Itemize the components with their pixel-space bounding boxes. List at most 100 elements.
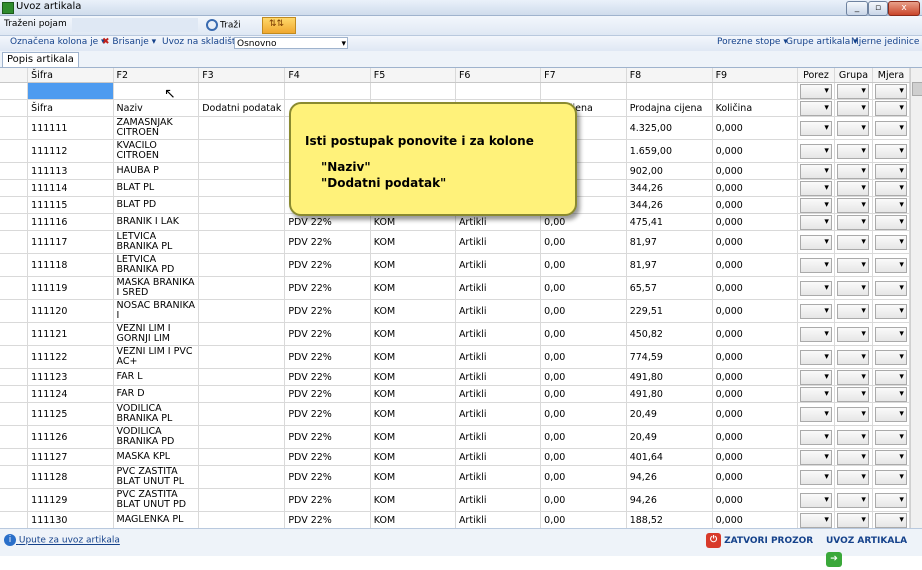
dropdown-cell[interactable] — [834, 511, 873, 528]
dropdown-cell[interactable] — [834, 82, 873, 100]
table-cell[interactable]: 111126 — [27, 425, 114, 449]
tab-item-list[interactable]: Popis artikala — [2, 52, 79, 67]
table-cell[interactable]: 0,000 — [712, 162, 798, 180]
table-cell[interactable]: 0,00 — [540, 368, 627, 386]
cell-dropdown[interactable] — [799, 349, 832, 365]
cell-dropdown[interactable] — [836, 143, 869, 159]
table-cell[interactable]: PDV 22% — [284, 488, 371, 512]
table-cell[interactable] — [198, 448, 286, 466]
dropdown-cell[interactable] — [834, 402, 873, 426]
table-cell[interactable] — [198, 299, 286, 323]
table-row[interactable]: 111126 VODILICA BRANIKA PD PDV 22% KOM Artik… — [0, 425, 910, 449]
cell-dropdown[interactable] — [836, 406, 869, 422]
cell-dropdown[interactable] — [799, 326, 832, 342]
cell-dropdown[interactable] — [799, 234, 832, 250]
column-header[interactable]: F6 — [455, 68, 542, 83]
table-cell[interactable]: PDV 22% — [284, 465, 371, 489]
table-cell[interactable]: MASKA KPL — [113, 448, 200, 466]
table-cell[interactable]: 0,00 — [540, 511, 627, 528]
units-menu[interactable]: Mjerne jedinice ▾ — [851, 37, 922, 47]
table-cell[interactable]: 0,00 — [540, 253, 627, 277]
dropdown-cell[interactable] — [797, 299, 835, 323]
dropdown-cell[interactable] — [834, 425, 873, 449]
cell-dropdown[interactable] — [874, 257, 907, 273]
table-cell[interactable]: PDV 22% — [284, 425, 371, 449]
cell-dropdown[interactable] — [799, 180, 832, 196]
table-cell[interactable] — [198, 402, 286, 426]
cell-dropdown[interactable] — [836, 386, 869, 402]
table-cell[interactable]: 0,00 — [540, 230, 627, 254]
cell-dropdown[interactable] — [874, 197, 907, 213]
dropdown-cell[interactable] — [797, 322, 835, 346]
cell-dropdown[interactable] — [799, 369, 832, 385]
cell-dropdown[interactable] — [874, 492, 907, 508]
table-cell[interactable]: 0,000 — [712, 425, 798, 449]
table-cell[interactable]: PDV 22% — [284, 230, 371, 254]
table-cell[interactable] — [198, 511, 286, 528]
dropdown-cell[interactable] — [797, 179, 835, 197]
cell-dropdown[interactable] — [874, 469, 907, 485]
close-button[interactable]: x — [888, 1, 920, 16]
table-cell[interactable]: 475,41 — [626, 213, 713, 231]
table-cell[interactable]: 94,26 — [626, 488, 713, 512]
table-cell[interactable]: 229,51 — [626, 299, 713, 323]
table-cell[interactable]: PVC ZAŠTITA BLAT UNUT PD — [113, 488, 200, 512]
table-cell[interactable]: 4.325,00 — [626, 116, 713, 140]
table-cell[interactable] — [198, 116, 286, 140]
cell-dropdown[interactable] — [799, 163, 832, 179]
table-cell[interactable]: KVAČILO CITROEN — [113, 139, 200, 163]
cell-dropdown[interactable] — [799, 214, 832, 230]
cell-dropdown[interactable] — [874, 120, 907, 136]
cell-dropdown[interactable] — [799, 303, 832, 319]
table-cell[interactable]: PVC ZAŠTITA BLAT UNUT PL — [113, 465, 200, 489]
table-cell[interactable]: Artikli — [455, 345, 542, 369]
cell-dropdown[interactable] — [836, 234, 869, 250]
table-cell[interactable]: 111128 — [27, 465, 114, 489]
column-header[interactable]: Mjera — [872, 68, 910, 83]
table-cell[interactable]: 111118 — [27, 253, 114, 277]
table-cell[interactable]: KOM — [370, 299, 456, 323]
table-cell[interactable] — [198, 488, 286, 512]
cell-dropdown[interactable] — [836, 197, 869, 213]
table-cell[interactable]: KOM — [370, 213, 456, 231]
dropdown-cell[interactable] — [872, 276, 910, 300]
dropdown-cell[interactable] — [797, 488, 835, 512]
cell-dropdown[interactable] — [836, 180, 869, 196]
column-header[interactable]: Porez — [797, 68, 835, 83]
table-row[interactable]: 111121 VEZNI LIM I GORNJI LIM PDV 22% KOM Ar… — [0, 322, 910, 346]
table-row[interactable]: 111129 PVC ZAŠTITA BLAT UNUT PD PDV 22% KOM… — [0, 488, 910, 512]
filter-cell[interactable] — [198, 82, 286, 100]
cell-dropdown[interactable] — [836, 349, 869, 365]
table-cell[interactable] — [198, 322, 286, 346]
table-cell[interactable] — [198, 213, 286, 231]
cell-dropdown[interactable] — [836, 257, 869, 273]
dropdown-cell[interactable] — [834, 488, 873, 512]
table-cell[interactable]: 111120 — [27, 299, 114, 323]
table-cell[interactable]: Artikli — [455, 230, 542, 254]
table-cell[interactable]: 111116 — [27, 213, 114, 231]
cell-dropdown[interactable] — [836, 326, 869, 342]
dropdown-cell[interactable] — [834, 162, 873, 180]
table-cell[interactable]: PDV 22% — [284, 345, 371, 369]
table-cell[interactable]: 344,26 — [626, 179, 713, 197]
cell-dropdown[interactable] — [874, 100, 907, 116]
table-cell[interactable]: 111130 — [27, 511, 114, 528]
cell-dropdown[interactable] — [874, 180, 907, 196]
filter-cell[interactable] — [370, 82, 456, 100]
table-cell[interactable]: BLAT PL — [113, 179, 200, 197]
table-cell[interactable]: Artikli — [455, 448, 542, 466]
table-cell[interactable]: 0,00 — [540, 385, 627, 403]
dropdown-cell[interactable] — [797, 196, 835, 214]
table-cell[interactable]: 0,00 — [540, 448, 627, 466]
dropdown-cell[interactable] — [872, 213, 910, 231]
cell-dropdown[interactable] — [799, 449, 832, 465]
table-cell[interactable] — [198, 276, 286, 300]
table-cell[interactable]: 111127 — [27, 448, 114, 466]
table-cell[interactable]: Artikli — [455, 299, 542, 323]
table-cell[interactable]: PDV 22% — [284, 385, 371, 403]
column-header[interactable]: F7 — [540, 68, 627, 83]
cell-dropdown[interactable] — [836, 369, 869, 385]
table-cell[interactable] — [198, 368, 286, 386]
filter-cell[interactable] — [540, 82, 627, 100]
table-cell[interactable]: KOM — [370, 511, 456, 528]
